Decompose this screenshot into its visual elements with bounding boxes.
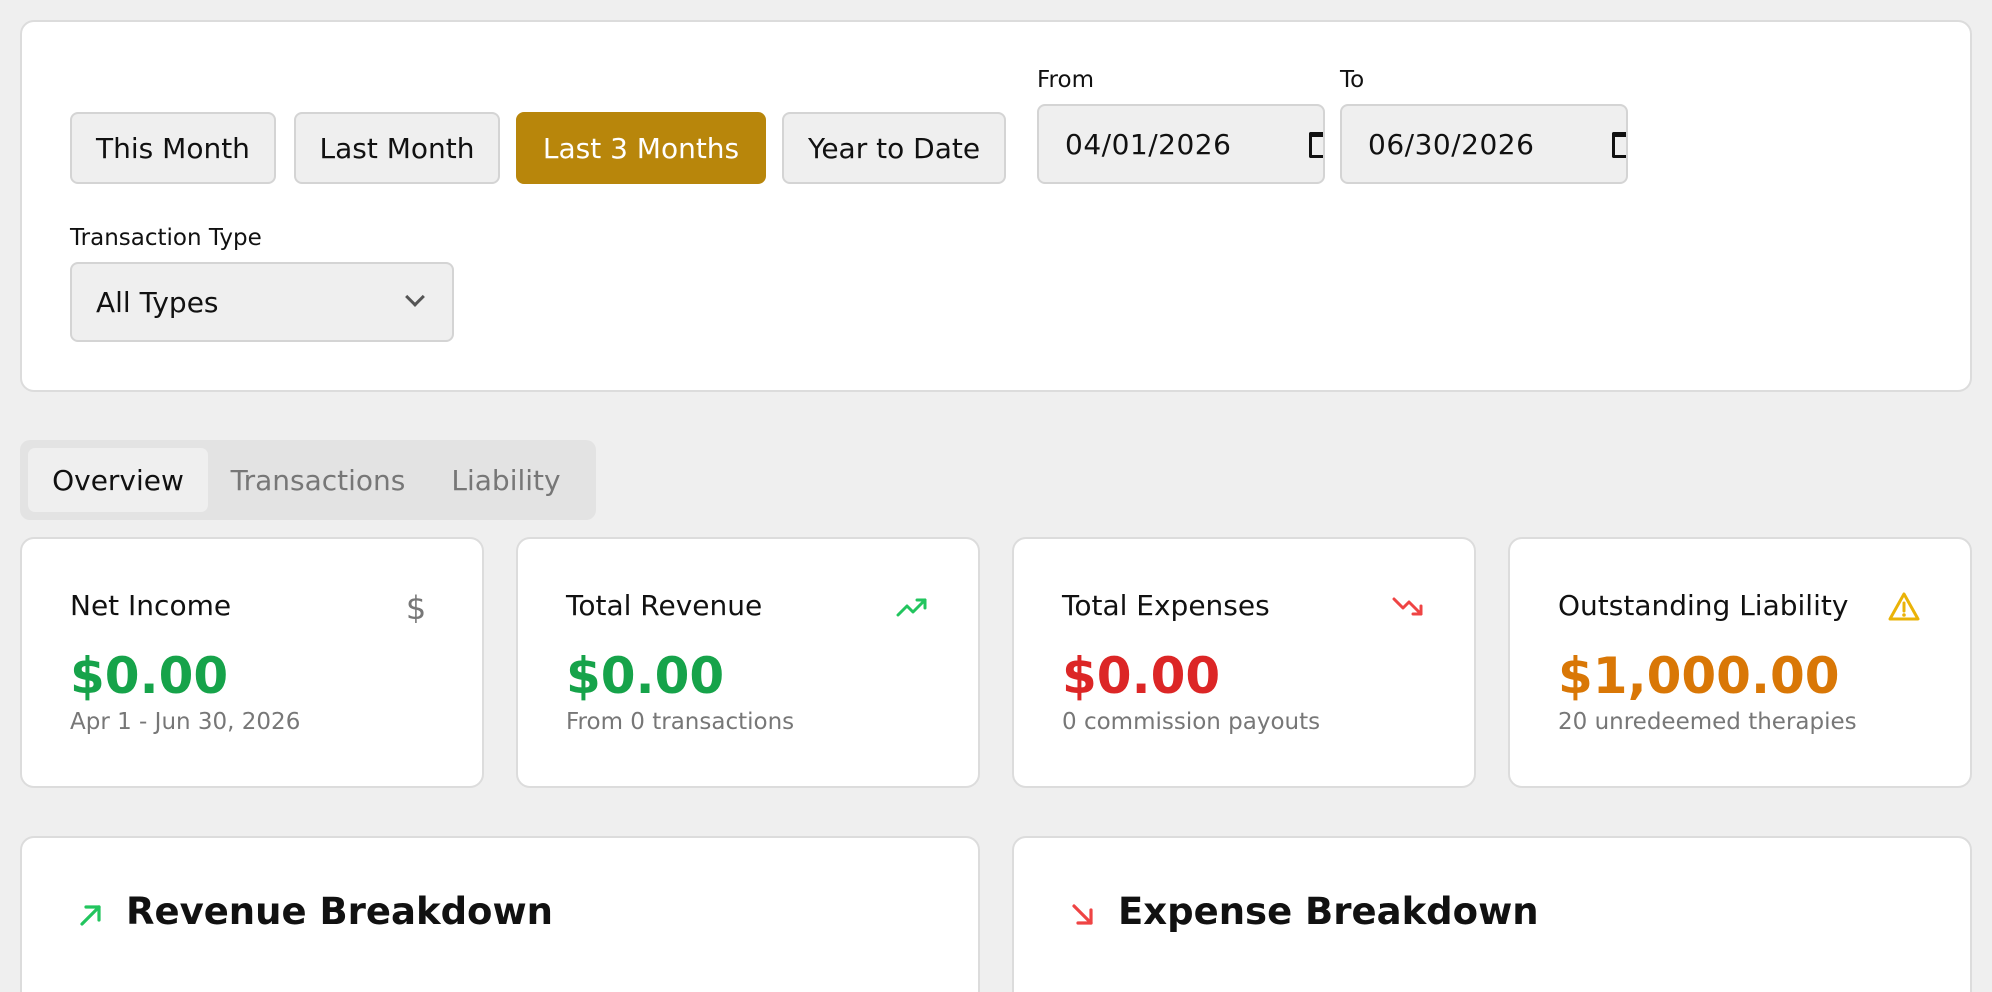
calendar-icon[interactable] — [1612, 132, 1626, 158]
from-label: From — [1037, 67, 1094, 93]
to-label: To — [1340, 67, 1365, 93]
trending-up-icon — [896, 598, 927, 617]
dollar-icon: $ — [406, 591, 426, 623]
outstanding-liability-card: Outstanding Liability $1,000.00 20 unred… — [1508, 537, 1972, 788]
stat-title: Net Income — [70, 589, 232, 622]
from-date-input[interactable]: 04/01/2026 — [1037, 104, 1325, 184]
arrow-down-right-icon — [1072, 904, 1093, 925]
transaction-type-label: Transaction Type — [70, 225, 262, 251]
stat-subtitle: 20 unredeemed therapies — [1558, 709, 1857, 735]
transaction-type-value: All Types — [96, 285, 219, 319]
arrow-up-right-icon — [80, 905, 101, 926]
total-revenue-card: Total Revenue $0.00 From 0 transactions — [516, 537, 980, 788]
stat-title: Total Revenue — [566, 589, 763, 622]
trending-down-icon — [1392, 597, 1423, 616]
expense-breakdown-title: Expense Breakdown — [1118, 890, 1539, 933]
tab-liability[interactable]: Liability — [426, 448, 586, 512]
from-date-value: 04/01/2026 — [1065, 127, 1232, 161]
revenue-breakdown-title: Revenue Breakdown — [126, 890, 553, 933]
stat-value: $0.00 — [70, 647, 229, 705]
chevron-down-icon — [405, 287, 425, 307]
stat-subtitle: 0 commission payouts — [1062, 709, 1321, 735]
expense-breakdown-card: Expense Breakdown — [1012, 836, 1972, 992]
stat-title: Outstanding Liability — [1558, 589, 1849, 622]
calendar-icon[interactable] — [1309, 132, 1323, 158]
svg-text:$: $ — [406, 591, 426, 623]
tab-overview[interactable]: Overview — [28, 448, 208, 512]
tab-transactions[interactable]: Transactions — [218, 448, 418, 512]
stat-title: Total Expenses — [1062, 589, 1270, 622]
preset-this-month-button[interactable]: This Month — [70, 112, 276, 184]
to-date-input[interactable]: 06/30/2026 — [1340, 104, 1628, 184]
preset-last-3-months-button[interactable]: Last 3 Months — [516, 112, 766, 184]
filter-panel: This Month Last Month Last 3 Months Year… — [20, 20, 1972, 392]
revenue-breakdown-card: Revenue Breakdown — [20, 836, 980, 992]
transaction-type-select[interactable]: All Types — [70, 262, 454, 342]
preset-last-month-button[interactable]: Last Month — [294, 112, 500, 184]
net-income-card: Net Income $ $0.00 Apr 1 - Jun 30, 2026 — [20, 537, 484, 788]
stat-subtitle: From 0 transactions — [566, 709, 795, 735]
total-expenses-card: Total Expenses $0.00 0 commission payout… — [1012, 537, 1476, 788]
warning-icon — [1888, 592, 1920, 621]
stat-value: $1,000.00 — [1558, 647, 1840, 705]
tab-bar: Overview Transactions Liability — [20, 440, 596, 520]
stat-subtitle: Apr 1 - Jun 30, 2026 — [70, 709, 301, 735]
to-date-value: 06/30/2026 — [1368, 127, 1535, 161]
preset-year-to-date-button[interactable]: Year to Date — [782, 112, 1006, 184]
stat-value: $0.00 — [566, 647, 725, 705]
stat-value: $0.00 — [1062, 647, 1221, 705]
